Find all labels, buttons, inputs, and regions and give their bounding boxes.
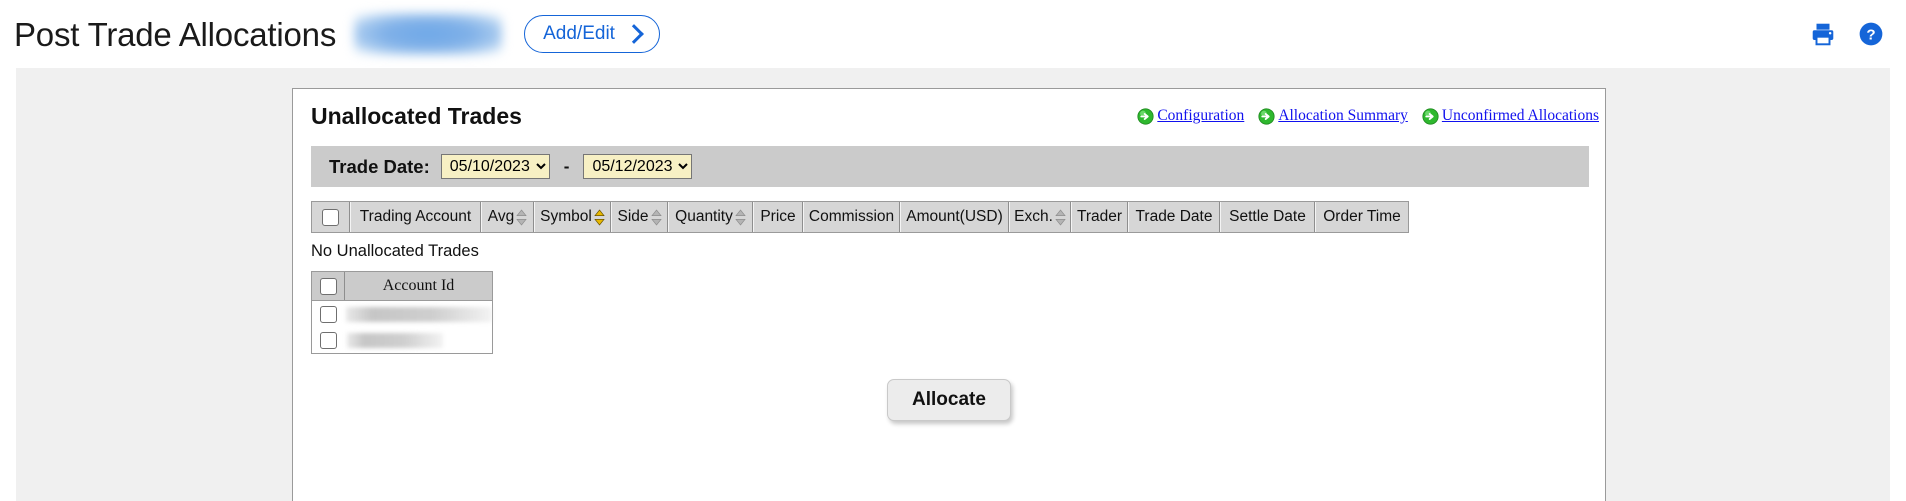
account-row-checkbox-cell[interactable]: [312, 305, 344, 323]
grid-column-header-avg[interactable]: Avg: [481, 202, 534, 232]
trade-date-label: Trade Date:: [329, 155, 430, 177]
panel-header: Unallocated Trades Configuration Allocat…: [293, 89, 1605, 141]
account-select-all-checkbox[interactable]: [319, 277, 337, 295]
trade-date-filter: Trade Date: 05/10/202305/11/202305/12/20…: [311, 146, 1589, 187]
grid-column-label: Trader: [1076, 208, 1123, 225]
allocate-button[interactable]: Allocate: [887, 379, 1011, 421]
trade-date-from-select[interactable]: 05/10/202305/11/202305/12/2023: [440, 154, 550, 179]
quick-link-label: Allocation Summary: [1278, 107, 1408, 124]
redacted-account-badge: [354, 13, 503, 55]
redacted-account-id: [347, 332, 443, 348]
add-edit-label: Add/Edit: [543, 23, 615, 44]
grid-column-label: Order Time: [1323, 208, 1401, 225]
panel-title: Unallocated Trades: [311, 103, 522, 129]
unallocated-trades-grid-header: Trading Account Avg Symbol Side Quantity Pric…: [311, 201, 1409, 233]
account-row-checkbox-cell[interactable]: [312, 331, 345, 349]
select-all-checkbox[interactable]: [322, 208, 339, 226]
green-arrow-icon: [1258, 107, 1275, 125]
grid-column-label: Commission: [808, 208, 895, 225]
page-content: Unallocated Trades Configuration Allocat…: [16, 68, 1890, 501]
date-range-separator: -: [563, 156, 570, 176]
account-select-all-cell[interactable]: [312, 272, 345, 300]
quick-link-allocation-summary[interactable]: Allocation Summary: [1258, 107, 1408, 125]
grid-column-header-order-time[interactable]: Order Time: [1315, 202, 1408, 232]
app-header: Post Trade Allocations Add/Edit ?: [0, 0, 1906, 68]
sort-arrows-icon[interactable]: [516, 208, 527, 226]
green-arrow-icon: [1137, 107, 1154, 125]
sort-arrows-icon[interactable]: [650, 208, 662, 226]
grid-column-header-settle-date[interactable]: Settle Date: [1220, 202, 1315, 232]
grid-column-header-trading-account[interactable]: Trading Account: [350, 202, 481, 232]
redacted-account-id: [346, 306, 492, 322]
unallocated-trades-panel: Unallocated Trades Configuration Allocat…: [292, 88, 1606, 501]
grid-column-header-price[interactable]: Price: [753, 202, 803, 232]
sort-arrows-icon[interactable]: [594, 208, 605, 226]
account-row-checkbox[interactable]: [320, 331, 337, 349]
grid-column-label: Symbol: [540, 208, 592, 225]
sort-arrows-icon[interactable]: [1055, 208, 1066, 226]
grid-column-label: Exch.: [1014, 208, 1053, 225]
grid-select-all-cell[interactable]: [312, 202, 350, 232]
sort-arrows-icon[interactable]: [735, 208, 746, 226]
table-row[interactable]: [312, 327, 492, 353]
account-id-column-header: Account Id: [382, 277, 455, 294]
table-row[interactable]: [312, 301, 492, 327]
quick-link-unconfirmed-allocations[interactable]: Unconfirmed Allocations: [1422, 107, 1599, 125]
help-circle-icon[interactable]: ?: [1858, 21, 1884, 47]
quick-link-configuration[interactable]: Configuration: [1137, 107, 1244, 125]
green-arrow-icon: [1422, 107, 1439, 125]
grid-column-header-trade-date[interactable]: Trade Date: [1128, 202, 1220, 232]
header-actions: ?: [1810, 21, 1884, 47]
grid-column-label: Trade Date: [1135, 208, 1213, 225]
grid-column-header-exch[interactable]: Exch.: [1009, 202, 1071, 232]
grid-column-header-symbol[interactable]: Symbol: [534, 202, 611, 232]
account-id-table: Account Id: [311, 271, 493, 354]
grid-column-label: Avg: [487, 208, 515, 225]
grid-column-header-trader[interactable]: Trader: [1071, 202, 1128, 232]
grid-column-header-quantity[interactable]: Quantity: [668, 202, 753, 232]
grid-column-header-commission[interactable]: Commission: [803, 202, 900, 232]
account-row-checkbox[interactable]: [319, 305, 337, 323]
allocate-button-row: Allocate: [293, 379, 1605, 421]
chevron-right-icon: [624, 23, 644, 44]
account-id-value: [344, 306, 492, 322]
add-edit-button[interactable]: Add/Edit: [524, 15, 660, 53]
quick-link-label: Unconfirmed Allocations: [1441, 107, 1599, 124]
quick-links: Configuration Allocation Summary Unconfi…: [1137, 107, 1599, 125]
trade-date-to-select[interactable]: 05/10/202305/11/202305/12/2023: [583, 154, 693, 179]
printer-icon[interactable]: [1810, 21, 1836, 47]
grid-column-header-side[interactable]: Side: [611, 202, 668, 232]
grid-column-label: Side: [617, 208, 649, 225]
grid-column-label: Settle Date: [1229, 208, 1306, 225]
empty-state-message: No Unallocated Trades: [311, 242, 479, 260]
account-table-header-row: Account Id: [312, 272, 492, 301]
grid-column-header-amount-usd[interactable]: Amount(USD): [900, 202, 1009, 232]
account-id-value: [345, 332, 492, 348]
svg-text:?: ?: [1866, 26, 1875, 43]
page-title: Post Trade Allocations: [14, 15, 337, 53]
grid-column-label: Quantity: [675, 208, 733, 225]
grid-column-label: Price: [760, 208, 796, 225]
grid-column-label: Trading Account: [359, 208, 472, 225]
quick-link-label: Configuration: [1157, 107, 1245, 124]
grid-column-label: Amount(USD): [906, 208, 1003, 225]
